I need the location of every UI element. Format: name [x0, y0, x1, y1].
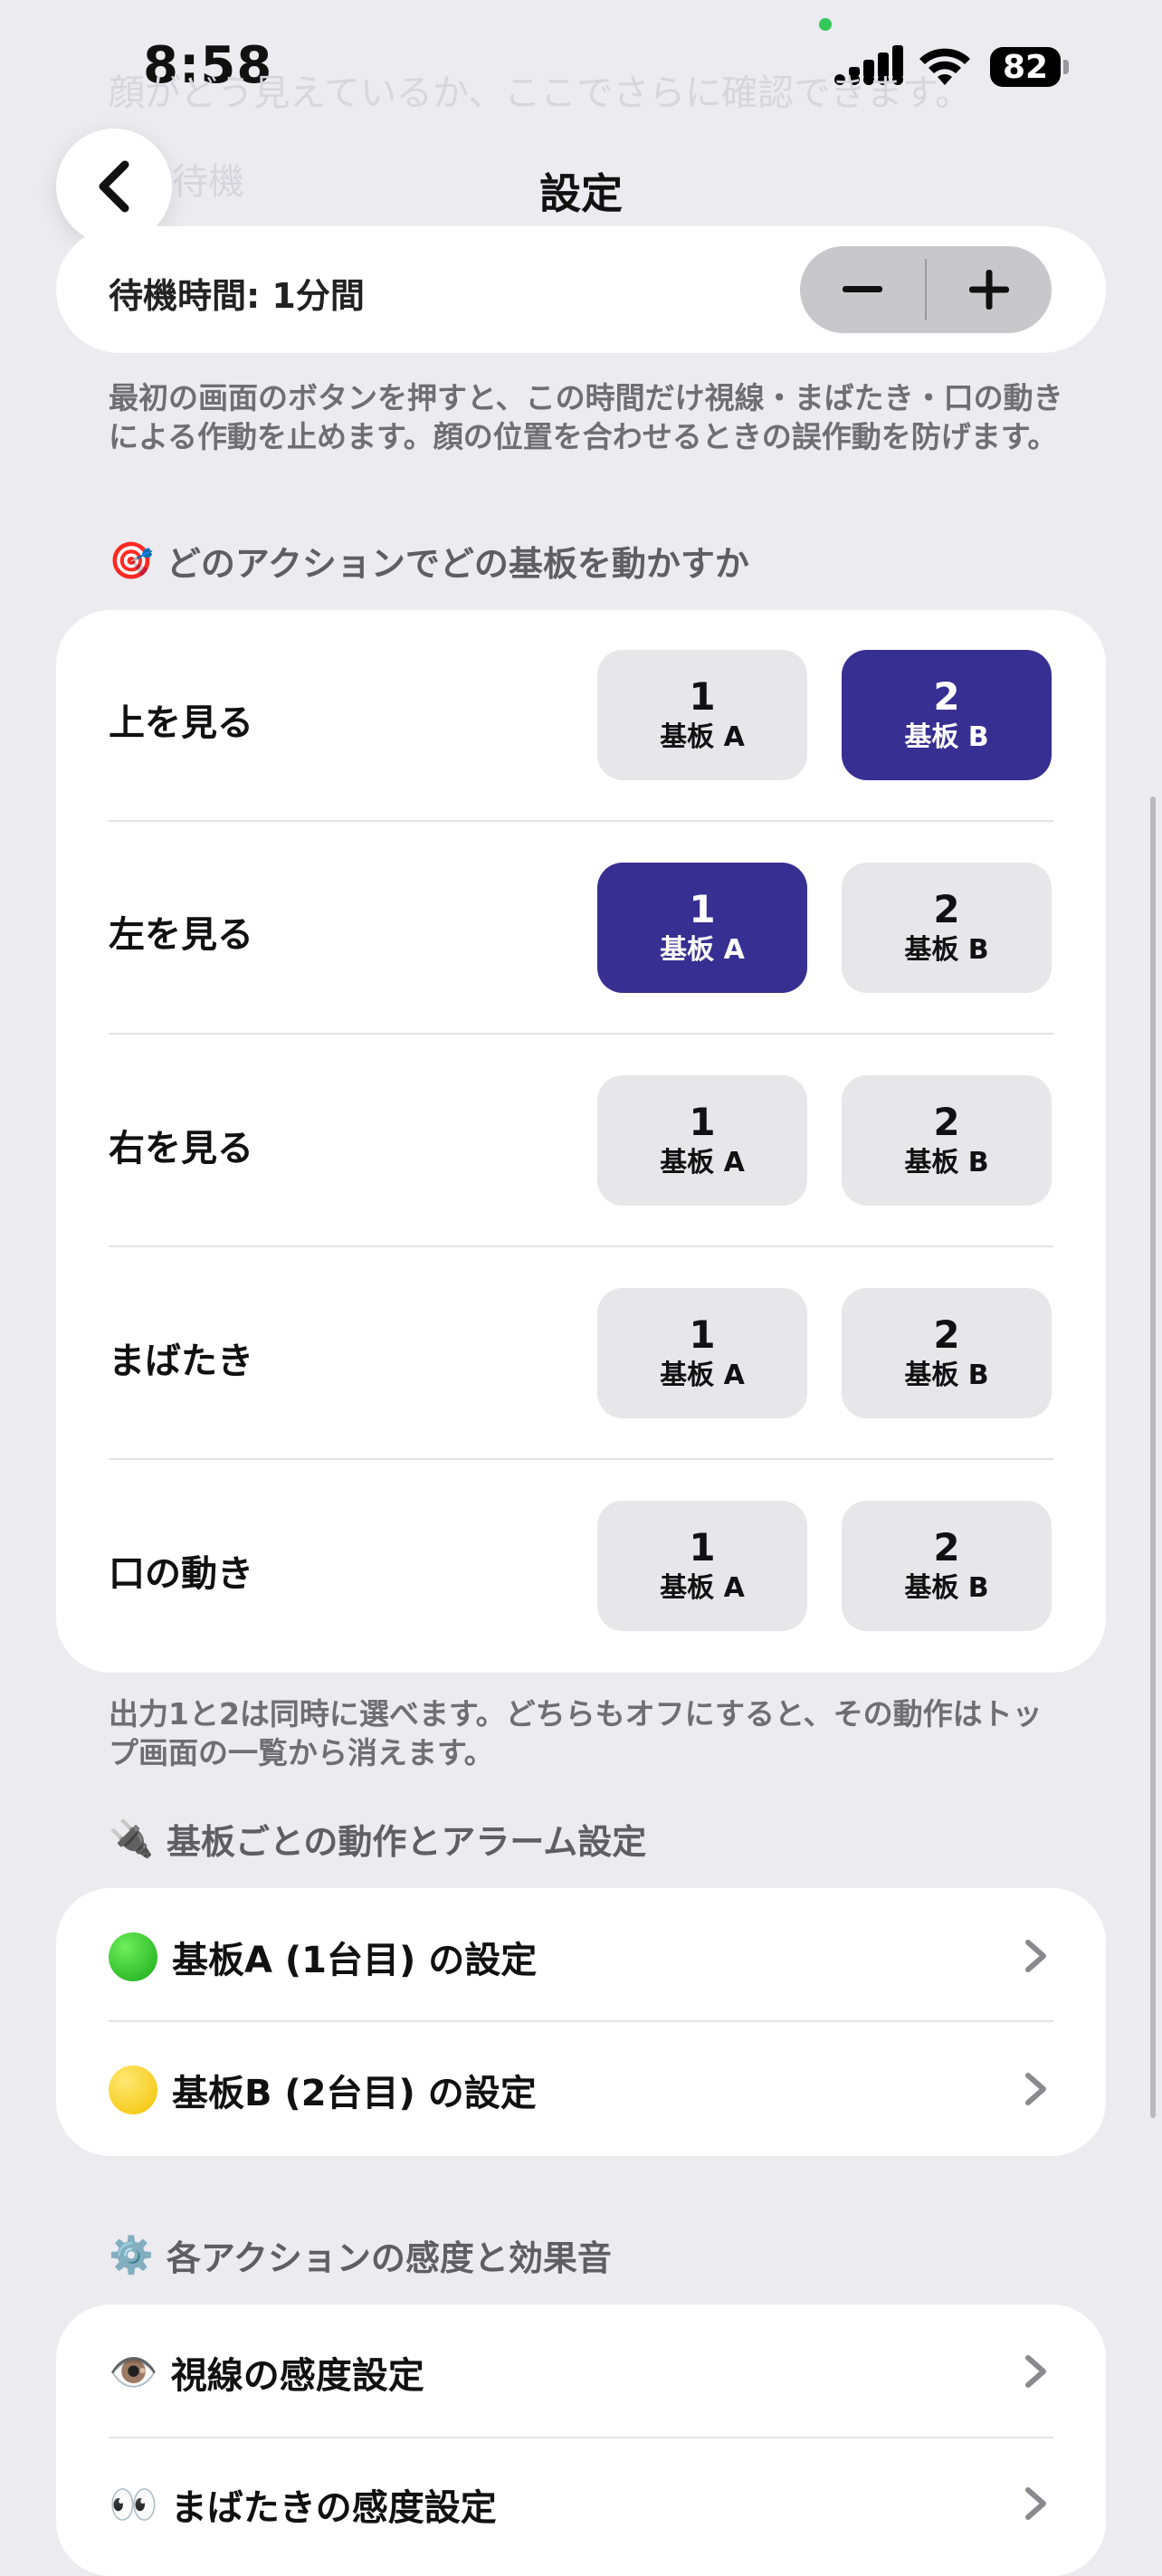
option-board-name: 基板 A: [660, 934, 745, 966]
option-board-name: 基板 A: [660, 1572, 745, 1604]
plug-icon: 🔌: [109, 1818, 154, 1860]
option-number: 1: [689, 1312, 716, 1357]
row-divider: [109, 2020, 1053, 2022]
option-board-name: 基板 A: [660, 1147, 745, 1178]
scrollbar[interactable]: [1150, 797, 1156, 2118]
wait-description: 最初の画面のボタンを押すと、この時間だけ視線・まばたき・口の動きによる作動を止め…: [109, 380, 1063, 454]
chevron-right-icon: [1025, 2073, 1046, 2105]
sensitivity-section-title: 各アクションの感度と効果音: [166, 2238, 612, 2278]
option-board-name: 基板 B: [904, 934, 989, 966]
mouth-board-b-toggle[interactable]: 2 基板 B: [842, 1501, 1052, 1631]
board-a-settings-row[interactable]: 基板A (1台目) の設定: [109, 1931, 537, 1983]
privacy-indicator-dot: [819, 18, 832, 31]
look-left-board-a-toggle[interactable]: 1 基板 A: [597, 863, 807, 993]
action-label-blink: まばたき: [109, 1340, 253, 1382]
action-label-look-right: 右を見る: [109, 1128, 253, 1169]
row-divider: [109, 1245, 1053, 1247]
chevron-right-icon: [1025, 2355, 1046, 2388]
action-label-look-up: 上を見る: [109, 702, 253, 744]
row-divider: [109, 1033, 1053, 1035]
action-label-mouth: 口の動き: [109, 1553, 253, 1595]
blink-sensitivity-row[interactable]: 👀 まばたきの感度設定: [109, 2478, 497, 2531]
mouth-board-a-toggle[interactable]: 1 基板 A: [597, 1501, 807, 1631]
board-b-settings-label: 基板B (2台目) の設定: [172, 2073, 537, 2114]
option-board-name: 基板 B: [904, 1147, 989, 1178]
option-board-name: 基板 B: [904, 1360, 989, 1391]
board-b-settings-row[interactable]: 基板B (2台目) の設定: [109, 2064, 537, 2116]
look-right-board-b-toggle[interactable]: 2 基板 B: [842, 1075, 1052, 1206]
option-number: 1: [689, 1525, 716, 1569]
option-number: 2: [933, 1100, 960, 1144]
option-board-name: 基板 B: [904, 721, 989, 753]
option-board-name: 基板 B: [904, 1572, 989, 1604]
board-a-settings-label: 基板A (1台目) の設定: [172, 1940, 538, 1981]
gaze-sensitivity-row[interactable]: 👁️ 視線の感度設定: [109, 2346, 424, 2399]
option-number: 2: [933, 1312, 960, 1357]
row-divider: [109, 820, 1053, 822]
green-circle-icon: [109, 1932, 157, 1981]
yellow-circle-icon: [109, 2066, 157, 2114]
option-number: 1: [689, 674, 716, 719]
row-divider: [109, 1458, 1053, 1460]
plus-icon: [969, 270, 1009, 310]
option-number: 2: [933, 887, 960, 931]
row-divider: [109, 2437, 1053, 2438]
blink-sensitivity-label: まばたきの感度設定: [170, 2487, 497, 2529]
look-right-board-a-toggle[interactable]: 1 基板 A: [597, 1075, 807, 1206]
look-up-board-a-toggle[interactable]: 1 基板 A: [597, 650, 807, 780]
decrement-button[interactable]: [800, 246, 925, 333]
option-number: 1: [689, 887, 716, 931]
blink-board-a-toggle[interactable]: 1 基板 A: [597, 1288, 807, 1418]
increment-button[interactable]: [927, 246, 1052, 333]
battery-level: 82: [1002, 48, 1049, 86]
mapping-section-title: どのアクションでどの基板を動かすか: [166, 544, 749, 584]
sensitivity-section-header: ⚙️ 各アクションの感度と効果音: [109, 2230, 612, 2280]
scrolled-ghost-text: 顔がどう見えているか、ここでさらに確認できます。: [109, 72, 972, 114]
look-left-board-b-toggle[interactable]: 2 基板 B: [842, 863, 1052, 993]
mapping-description: 出力1と2は同時に選べます。どちらもオフにすると、その動作はトップ画面の一覧から…: [109, 1696, 1043, 1770]
board-section-header: 🔌 基板ごとの動作とアラーム設定: [109, 1814, 646, 1864]
look-up-board-b-toggle[interactable]: 2 基板 B: [842, 650, 1052, 780]
mapping-section-header: 🎯 どのアクションでどの基板を動かすか: [109, 536, 749, 586]
minus-icon: [843, 286, 882, 292]
target-icon: 🎯: [109, 540, 154, 582]
option-number: 1: [689, 1100, 716, 1144]
option-board-name: 基板 A: [660, 1360, 745, 1391]
chevron-right-icon: [1025, 1940, 1046, 1972]
page-title: 設定: [539, 169, 623, 218]
eye-icon: 👁️: [109, 2350, 158, 2396]
blink-board-b-toggle[interactable]: 2 基板 B: [842, 1288, 1052, 1418]
eyes-icon: 👀: [109, 2482, 158, 2528]
battery-tip: [1063, 60, 1069, 74]
option-number: 2: [933, 674, 960, 719]
option-board-name: 基板 A: [660, 721, 745, 753]
gaze-sensitivity-label: 視線の感度設定: [170, 2355, 424, 2397]
battery-indicator: 82: [990, 47, 1061, 87]
option-number: 2: [933, 1525, 960, 1569]
chevron-right-icon: [1025, 2487, 1046, 2520]
board-section-title: 基板ごとの動作とアラーム設定: [166, 1822, 647, 1862]
sensitivity-settings-card: [56, 2304, 1106, 2576]
action-label-look-left: 左を見る: [109, 914, 253, 956]
wait-time-label: 待機時間: 1分間: [109, 276, 365, 316]
gear-icon: ⚙️: [109, 2235, 154, 2276]
